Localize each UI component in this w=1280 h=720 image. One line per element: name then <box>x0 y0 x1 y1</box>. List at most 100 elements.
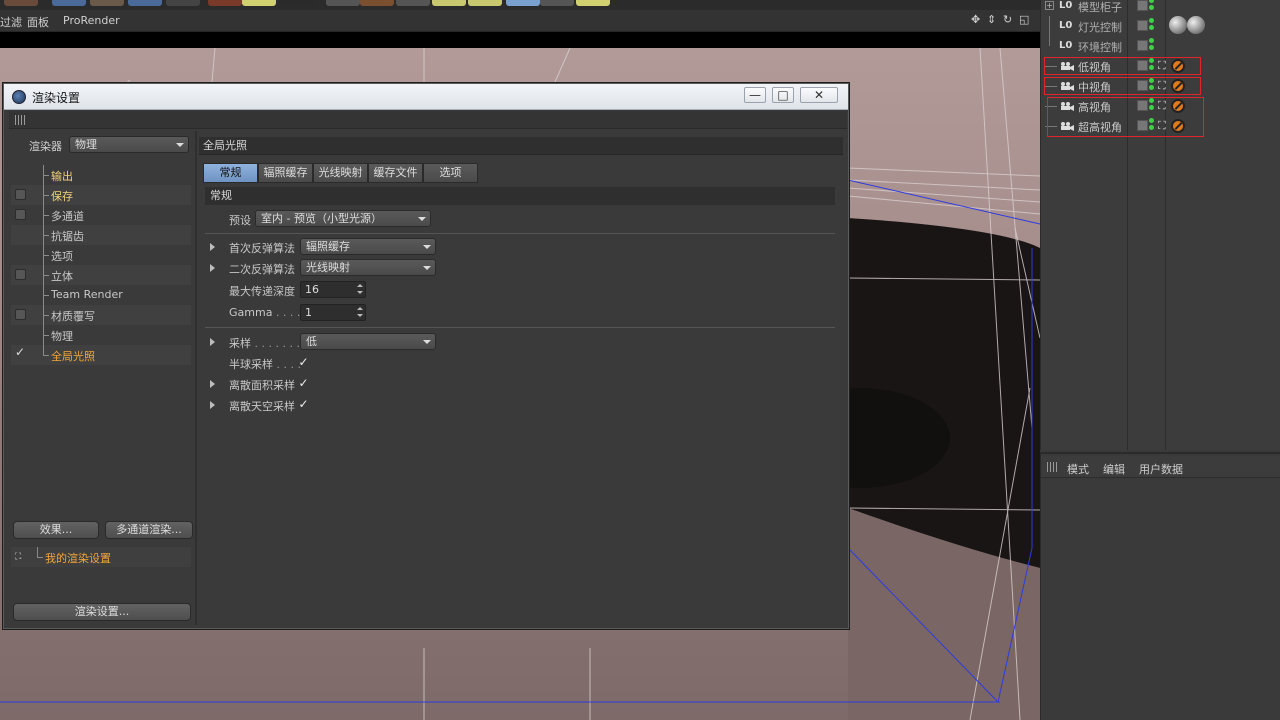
menu-panel[interactable]: 面板 <box>27 14 49 30</box>
expand-arrow-icon[interactable] <box>210 264 215 272</box>
object-row[interactable]: L0 灯光控制 <box>1041 16 1280 36</box>
stepper-icon[interactable] <box>357 283 363 296</box>
toolbar-icon[interactable] <box>506 0 540 6</box>
visibility-dots[interactable] <box>1149 18 1154 34</box>
secondary-method-dropdown[interactable]: 光线映射 <box>300 259 436 276</box>
renderer-dropdown[interactable]: 物理 <box>69 136 189 153</box>
menu-edit[interactable]: 编辑 <box>1103 461 1125 477</box>
nav-item-global-illumination[interactable]: ✓ 全局光照 <box>11 345 191 365</box>
tree-line <box>37 557 43 558</box>
toolbar-icon[interactable] <box>432 0 466 6</box>
toolbar-icon[interactable] <box>242 0 276 6</box>
tab-cache-files[interactable]: 缓存文件 <box>368 163 423 183</box>
minimize-button[interactable]: — <box>744 87 766 103</box>
chevron-down-icon <box>423 266 431 270</box>
nav-item-save[interactable]: 保存 <box>11 185 191 205</box>
menu-mode[interactable]: 模式 <box>1067 461 1089 477</box>
zoom-view-icon[interactable]: ⇕ <box>987 14 998 25</box>
dialog-titlebar[interactable]: 渲染设置 — □ ✕ <box>4 84 848 110</box>
gamma-input[interactable]: 1 <box>300 304 366 321</box>
primary-method-dropdown[interactable]: 辐照缓存 <box>300 238 436 255</box>
panel-divider[interactable] <box>195 131 197 625</box>
expand-arrow-icon[interactable] <box>210 243 215 251</box>
toolbar-icon[interactable] <box>166 0 200 6</box>
object-label: 环境控制 <box>1078 41 1122 54</box>
nav-item-stereoscopic[interactable]: 立体 <box>11 265 191 285</box>
tab-general[interactable]: 常规 <box>203 163 258 183</box>
tree-line <box>43 315 49 316</box>
stereoscopic-checkbox[interactable] <box>15 269 26 280</box>
stepper-icon[interactable] <box>357 306 363 319</box>
cinema4d-logo-icon <box>12 90 26 104</box>
nav-item-output[interactable]: 输出 <box>11 165 191 185</box>
tree-line <box>43 275 49 276</box>
toolbar-icon[interactable] <box>4 0 38 6</box>
toolbar-icon[interactable] <box>208 0 242 6</box>
menu-filter[interactable]: 过滤 <box>0 14 22 30</box>
nav-item-physical[interactable]: 物理 <box>11 325 191 345</box>
toolbar-icon[interactable] <box>52 0 86 6</box>
nav-item-team-render[interactable]: Team Render <box>11 285 191 305</box>
nav-item-antialiasing[interactable]: 抗锯齿 <box>11 225 191 245</box>
menu-prorender[interactable]: ProRender <box>63 14 120 27</box>
toolbar-icon[interactable] <box>90 0 124 6</box>
object-row[interactable]: + L0 模型柜子 <box>1041 0 1280 16</box>
menu-user-data[interactable]: 用户数据 <box>1139 461 1183 477</box>
save-checkbox[interactable] <box>15 189 26 200</box>
toggle-view-icon[interactable]: ◱ <box>1019 14 1030 25</box>
move-view-icon[interactable]: ✥ <box>971 14 982 25</box>
preset-expand-icon[interactable]: ⛶ <box>15 552 25 562</box>
gi-checkmark-icon[interactable]: ✓ <box>15 345 25 359</box>
discrete-area-checkbox[interactable]: ✓ <box>297 377 310 390</box>
material-override-checkbox[interactable] <box>15 309 26 320</box>
sampling-dropdown[interactable]: 低 <box>300 333 436 350</box>
nav-item-label: 选项 <box>51 250 73 263</box>
layer-icon[interactable] <box>1137 0 1148 11</box>
toolbar-icon[interactable] <box>360 0 394 6</box>
toolbar-icon[interactable] <box>540 0 574 6</box>
tab-light-mapping[interactable]: 光线映射 <box>313 163 368 183</box>
expand-arrow-icon[interactable] <box>210 338 215 346</box>
toolbar-icon[interactable] <box>128 0 162 6</box>
max-depth-label: 最大传递深度 <box>229 285 295 298</box>
rotate-view-icon[interactable]: ↻ <box>1003 14 1014 25</box>
toolbar-icon[interactable] <box>468 0 502 6</box>
nav-item-material-override[interactable]: 材质覆写 <box>11 305 191 325</box>
effects-button[interactable]: 效果... <box>13 521 99 539</box>
render-settings-button[interactable]: 渲染设置... <box>13 603 191 621</box>
panel-grip-icon[interactable] <box>15 115 27 125</box>
preset-label: 我的渲染设置 <box>45 552 111 565</box>
multipass-render-button[interactable]: 多通道渲染... <box>105 521 193 539</box>
preset-row: 预设 室内 - 预览（小型光源） <box>205 209 835 229</box>
visibility-dots[interactable] <box>1149 38 1154 54</box>
settings-content-panel: 全局光照 常规 辐照缓存 光线映射 缓存文件 选项 常规 预设 室内 - 预览（… <box>199 131 845 625</box>
expand-arrow-icon[interactable] <box>210 380 215 388</box>
hemisphere-sampling-checkbox[interactable]: ✓ <box>297 356 310 369</box>
layer-icon[interactable] <box>1137 40 1148 51</box>
maximize-button[interactable]: □ <box>772 87 794 103</box>
material-tag-icon[interactable] <box>1169 16 1187 34</box>
panel-grip-icon[interactable] <box>1047 462 1059 472</box>
render-preset-item[interactable]: ⛶ 我的渲染设置 <box>11 547 191 567</box>
discrete-sky-checkbox[interactable]: ✓ <box>297 398 310 411</box>
secondary-method-label: 二次反弹算法 <box>229 263 295 276</box>
expand-arrow-icon[interactable] <box>210 401 215 409</box>
gamma-row: Gamma . . . . 1 <box>205 303 835 323</box>
expand-icon[interactable]: + <box>1045 1 1054 10</box>
toolbar-icon[interactable] <box>326 0 360 6</box>
toolbar-icon[interactable] <box>280 0 314 6</box>
visibility-dots[interactable] <box>1149 0 1154 14</box>
tab-irradiance-cache[interactable]: 辐照缓存 <box>258 163 313 183</box>
material-tag-icon[interactable] <box>1187 16 1205 34</box>
gi-preset-dropdown[interactable]: 室内 - 预览（小型光源） <box>255 210 431 227</box>
object-row[interactable]: L0 环境控制 <box>1041 36 1280 56</box>
close-button[interactable]: ✕ <box>800 87 838 103</box>
layer-icon[interactable] <box>1137 20 1148 31</box>
toolbar-icon[interactable] <box>576 0 610 6</box>
multipass-checkbox[interactable] <box>15 209 26 220</box>
max-depth-input[interactable]: 16 <box>300 281 366 298</box>
toolbar-icon[interactable] <box>396 0 430 6</box>
nav-item-options[interactable]: 选项 <box>11 245 191 265</box>
tab-options[interactable]: 选项 <box>423 163 478 183</box>
nav-item-multipass[interactable]: 多通道 <box>11 205 191 225</box>
